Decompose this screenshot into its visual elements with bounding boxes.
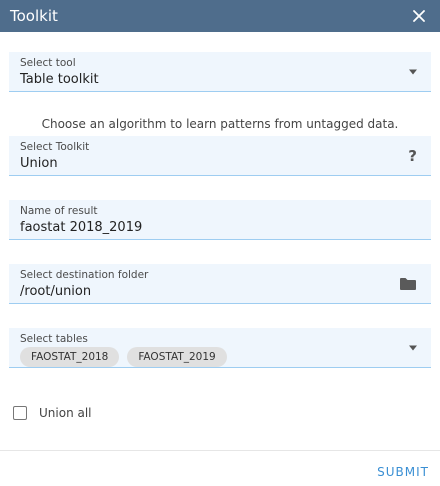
name-of-result-field[interactable]: Name of result faostat 2018_2019 xyxy=(9,200,431,240)
name-of-result-label: Name of result xyxy=(20,205,98,217)
select-tool-dropdown[interactable]: Select tool Table toolkit xyxy=(9,52,431,92)
select-toolkit-value: Union xyxy=(20,156,58,171)
select-tool-label: Select tool xyxy=(20,57,76,69)
footer-divider xyxy=(0,450,440,451)
destination-folder-label: Select destination folder xyxy=(20,269,149,281)
select-tool-value: Table toolkit xyxy=(20,72,99,87)
union-all-checkbox[interactable] xyxy=(13,406,27,420)
select-tables-label: Select tables xyxy=(20,333,88,345)
submit-button[interactable]: SUBMIT xyxy=(377,465,429,479)
select-toolkit-field[interactable]: Select Toolkit Union ? xyxy=(9,136,431,176)
caret-down-icon[interactable] xyxy=(409,345,417,350)
select-toolkit-label: Select Toolkit xyxy=(20,141,90,153)
caret-down-icon[interactable] xyxy=(409,69,417,74)
algorithm-hint: Choose an algorithm to learn patterns fr… xyxy=(41,117,399,131)
toolkit-dialog: Toolkit Select tool Table toolkit Choose… xyxy=(0,0,440,486)
union-all-option[interactable]: Union all xyxy=(13,406,92,420)
folder-icon[interactable] xyxy=(399,277,417,291)
destination-folder-value: /root/union xyxy=(20,284,92,299)
union-all-label: Union all xyxy=(39,406,92,420)
select-tables-dropdown[interactable]: Select tables FAOSTAT_2018 FAOSTAT_2019 xyxy=(9,328,431,368)
name-of-result-input[interactable]: faostat 2018_2019 xyxy=(20,219,420,237)
close-icon[interactable] xyxy=(408,5,430,27)
table-chip[interactable]: FAOSTAT_2019 xyxy=(127,347,227,367)
dialog-titlebar: Toolkit xyxy=(0,0,440,32)
destination-folder-field[interactable]: Select destination folder /root/union xyxy=(9,264,431,304)
selected-tables-chips: FAOSTAT_2018 FAOSTAT_2019 xyxy=(20,347,420,367)
dialog-title: Toolkit xyxy=(10,7,58,25)
table-chip[interactable]: FAOSTAT_2018 xyxy=(20,347,120,367)
help-icon[interactable]: ? xyxy=(408,147,417,165)
